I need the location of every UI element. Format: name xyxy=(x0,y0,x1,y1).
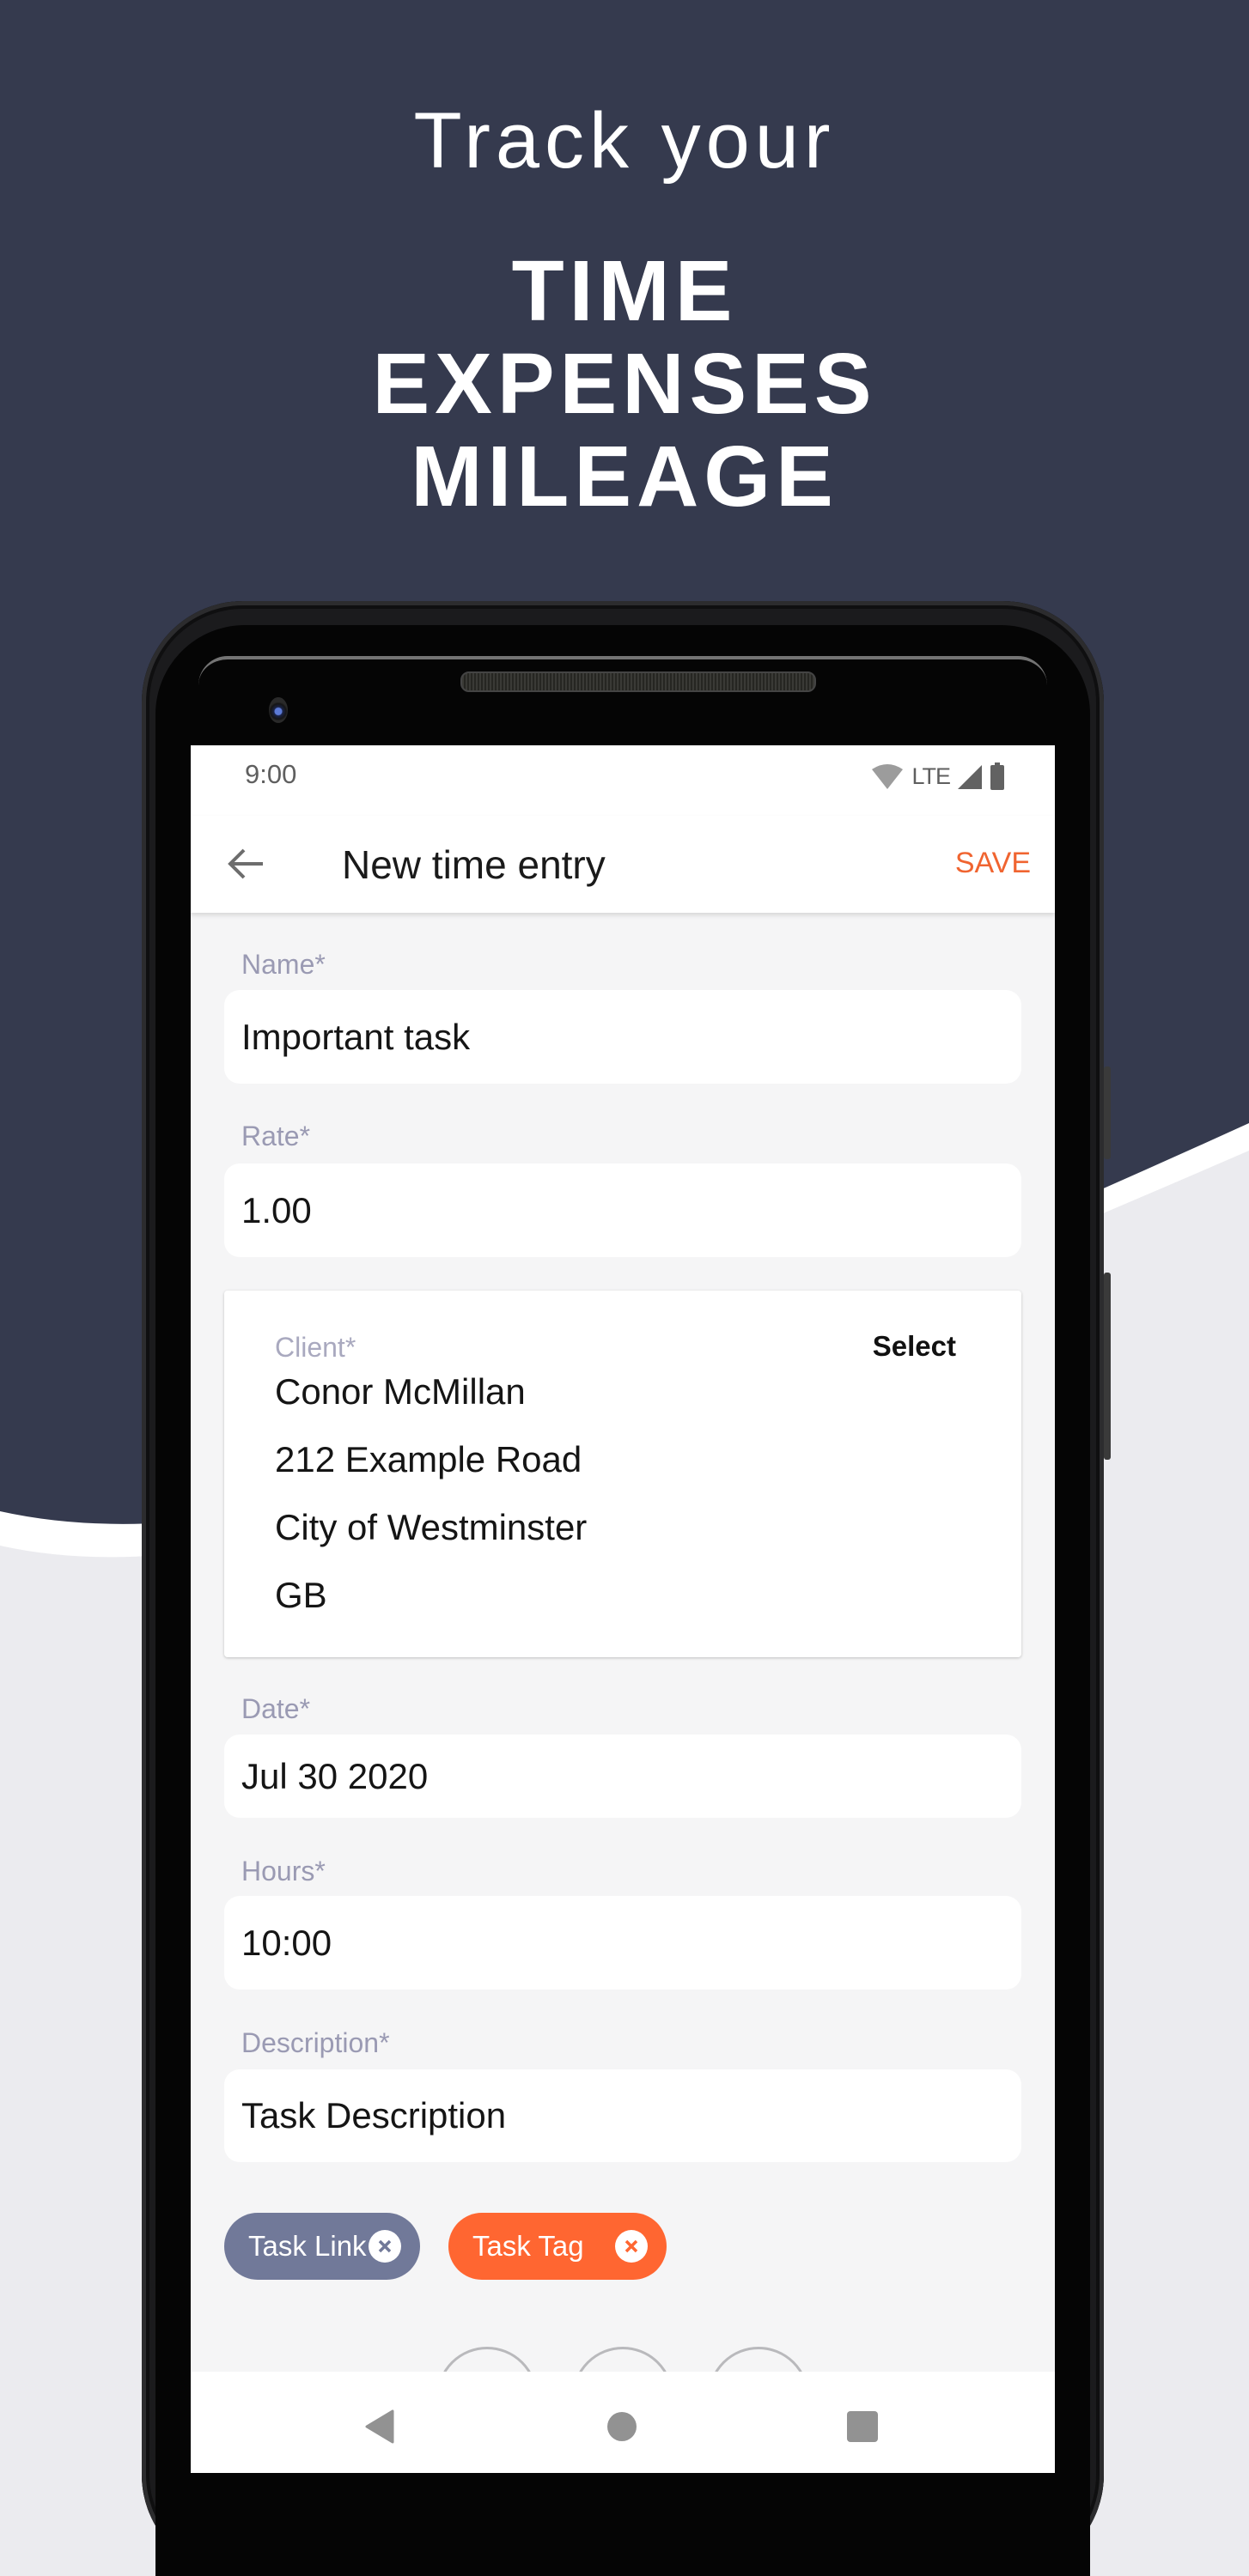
status-time: 9:00 xyxy=(245,759,297,789)
client-country: GB xyxy=(275,1575,327,1615)
client-card[interactable]: Client* Select Conor McMillan 212 Exampl… xyxy=(224,1291,1021,1657)
chip-label: Task Tag xyxy=(472,2230,584,2262)
date-label: Date* xyxy=(241,1693,311,1724)
phone-screen: 9:00 LTE New time entry SAVE Name* Impor… xyxy=(191,745,1055,2473)
battery-icon xyxy=(990,762,1004,790)
client-address-line: 212 Example Road xyxy=(275,1439,582,1479)
hours-field[interactable]: 10:00 xyxy=(224,1896,1021,1990)
description-label: Description* xyxy=(241,2027,390,2058)
close-circle-icon[interactable] xyxy=(369,2230,401,2263)
recents-square-icon[interactable] xyxy=(847,2411,878,2442)
headline-item-expenses: EXPENSES xyxy=(372,336,877,432)
app-bar: New time entry SAVE xyxy=(191,816,1055,913)
hours-label: Hours* xyxy=(241,1856,326,1886)
page-title: New time entry xyxy=(342,842,606,887)
rate-field[interactable]: 1.00 xyxy=(224,1163,1021,1257)
network-type-label: LTE xyxy=(911,762,951,789)
status-icons: LTE xyxy=(870,761,1005,792)
headline-intro: Track your xyxy=(413,97,836,185)
client-name: Conor McMillan xyxy=(275,1371,526,1412)
date-field[interactable]: Jul 30 2020 xyxy=(224,1735,1021,1818)
client-label: Client* xyxy=(275,1332,356,1363)
wifi-icon xyxy=(872,764,904,789)
headline-item-time: TIME xyxy=(511,243,738,339)
back-button[interactable] xyxy=(227,847,265,881)
earpiece-speaker xyxy=(460,671,816,692)
rate-label: Rate* xyxy=(241,1121,311,1151)
client-select-button[interactable]: Select xyxy=(873,1330,956,1363)
headline-item-mileage: MILEAGE xyxy=(411,428,838,525)
name-label: Name* xyxy=(241,949,326,980)
chip-task-tag[interactable]: Task Tag xyxy=(448,2213,667,2280)
close-circle-icon[interactable] xyxy=(615,2230,648,2263)
save-button[interactable]: SAVE xyxy=(955,847,1031,880)
chip-task-link[interactable]: Task Link xyxy=(224,2213,420,2280)
client-city: City of Westminster xyxy=(275,1507,588,1547)
power-button xyxy=(1104,1066,1111,1159)
name-field[interactable]: Important task xyxy=(224,990,1021,1084)
description-field[interactable]: Task Description xyxy=(224,2069,1021,2162)
home-circle-icon[interactable] xyxy=(607,2412,637,2441)
back-triangle-icon[interactable] xyxy=(363,2409,394,2444)
status-bar: 9:00 LTE xyxy=(191,745,1055,816)
front-camera-icon xyxy=(269,697,288,723)
chip-label: Task Link xyxy=(248,2230,367,2262)
volume-button xyxy=(1104,1273,1111,1460)
system-nav-bar xyxy=(191,2372,1055,2473)
signal-icon xyxy=(958,765,982,789)
